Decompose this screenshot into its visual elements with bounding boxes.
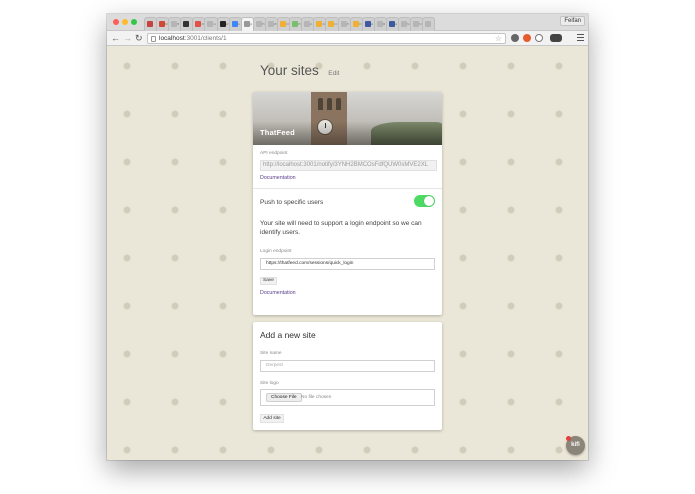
- bookmark-star-icon[interactable]: ☆: [495, 34, 502, 44]
- site-banner-image: ThatFeed: [253, 92, 442, 145]
- tab-favicon-icon: [183, 21, 190, 27]
- url-text: localhost:3001/clients/1: [159, 35, 227, 43]
- site-logo-file-input[interactable]: Choose File No file chosen: [260, 389, 435, 406]
- tab-strip: M BiO H W Gpi Pi W Cl Pi A Ci Cl Tr Cl H M Hht ht Feifan: [107, 14, 588, 31]
- browser-tab[interactable]: Cl: [325, 17, 339, 31]
- extension-shield-icon[interactable]: [523, 34, 531, 42]
- minimize-window-button[interactable]: [122, 19, 128, 25]
- url-path: :3001/clients/1: [184, 35, 227, 42]
- toggle-knob: [424, 196, 434, 206]
- menu-icon[interactable]: [577, 34, 584, 43]
- api-endpoint-label: API endpoint: [260, 151, 288, 156]
- tab-favicon-icon: [425, 21, 432, 27]
- push-users-toggle[interactable]: [414, 195, 435, 207]
- kifi-label: kifi: [571, 442, 580, 448]
- add-site-card: Add a new site Site name Derpest Site lo…: [253, 322, 442, 430]
- browser-tab[interactable]: H: [361, 17, 375, 31]
- site-name-label: Site name: [260, 351, 282, 356]
- site-logo-label: Site logo: [260, 381, 279, 386]
- login-endpoint-input[interactable]: https://thatfeed.com/sessions/quick_logi…: [260, 258, 435, 270]
- choose-file-button[interactable]: Choose File: [266, 393, 302, 402]
- arrow-right-icon: →: [123, 33, 132, 43]
- no-file-chosen-text: No file chosen: [301, 395, 332, 400]
- push-users-label: Push to specific users: [260, 199, 324, 206]
- tower-window: [336, 98, 341, 110]
- browser-tab[interactable]: M: [373, 17, 387, 31]
- close-window-button[interactable]: [113, 19, 119, 25]
- page-icon: [151, 36, 156, 42]
- zoom-window-button[interactable]: [131, 19, 137, 25]
- browser-tab[interactable]: H: [204, 17, 218, 31]
- extension-grid-icon[interactable]: [511, 34, 519, 42]
- edit-link[interactable]: Edit: [328, 70, 339, 77]
- browser-tab[interactable]: [422, 17, 436, 31]
- site-name: ThatFeed: [260, 128, 295, 137]
- save-button[interactable]: Save: [260, 277, 277, 285]
- browser-tab[interactable]: Tr: [337, 17, 351, 31]
- extension-glasses-icon[interactable]: [550, 34, 562, 42]
- browser-tab[interactable]: W: [216, 17, 230, 31]
- login-endpoint-label: Login endpoint: [260, 249, 292, 254]
- tower-window: [327, 98, 332, 110]
- reload-button[interactable]: ↻: [135, 33, 143, 43]
- back-button[interactable]: ←: [111, 33, 120, 43]
- reload-icon: ↻: [135, 33, 143, 43]
- tower-window: [318, 98, 323, 110]
- extension-block-icon[interactable]: [535, 34, 543, 42]
- browser-toolbar: ← → ↻ localhost:3001/clients/1 ☆: [107, 31, 588, 46]
- url-host: localhost: [159, 35, 185, 42]
- documentation-link-2[interactable]: Documentation: [260, 290, 296, 296]
- browser-tab[interactable]: Cl: [349, 17, 363, 31]
- tab-favicon-icon: [147, 21, 153, 27]
- divider: [253, 188, 442, 189]
- address-bar[interactable]: localhost:3001/clients/1 ☆: [147, 33, 506, 44]
- page-heading: Your sites Edit: [260, 62, 339, 80]
- tab-list: M BiO H W Gpi Pi W Cl Pi A Ci Cl Tr Cl H M Hht ht: [144, 17, 436, 31]
- page-content: Your sites Edit ThatFeed API endpoint ht…: [107, 46, 588, 460]
- forward-button[interactable]: →: [123, 33, 132, 43]
- profile-button[interactable]: Feifan: [560, 16, 585, 26]
- browser-tab[interactable]: pi: [240, 17, 254, 31]
- browser-tab[interactable]: G: [228, 17, 242, 31]
- notification-dot: [566, 436, 571, 441]
- kifi-button[interactable]: kifi: [566, 436, 585, 455]
- browser-window: M BiO H W Gpi Pi W Cl Pi A Ci Cl Tr Cl H M Hht ht Feifan …: [107, 14, 588, 460]
- documentation-link[interactable]: Documentation: [260, 175, 296, 181]
- add-site-title: Add a new site: [260, 330, 316, 340]
- api-endpoint-field[interactable]: http://localhost:3001/notify/3YNH2BMCOsF…: [260, 160, 437, 171]
- page-title: Your sites: [260, 63, 319, 78]
- arrow-left-icon: ←: [111, 33, 120, 43]
- add-site-button[interactable]: Add site: [260, 414, 284, 423]
- browser-tab[interactable]: Pi: [252, 17, 266, 31]
- site-card: ThatFeed API endpoint http://localhost:3…: [253, 92, 442, 315]
- login-endpoint-description: Your site will need to support a login e…: [260, 220, 422, 236]
- site-name-input[interactable]: Derpest: [260, 360, 435, 372]
